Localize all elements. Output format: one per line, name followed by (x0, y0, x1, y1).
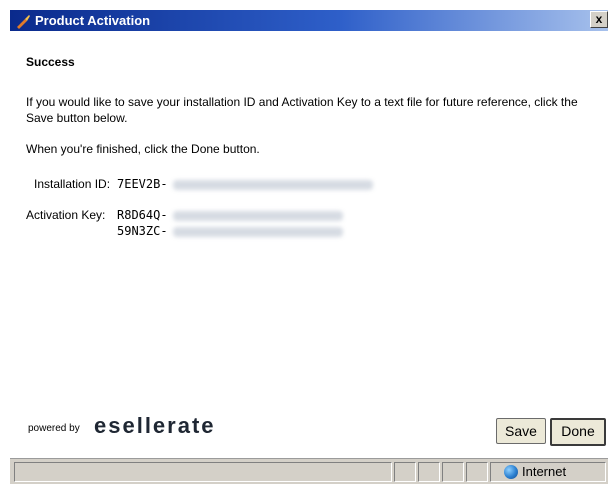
globe-icon (504, 465, 518, 479)
status-pane-main (14, 462, 392, 482)
status-pane-4 (466, 462, 488, 482)
title-bar[interactable]: Product Activation x (10, 10, 608, 31)
powered-by-label: powered by (28, 423, 80, 434)
activation-key-line2-redacted (173, 227, 343, 237)
save-instructions: If you would like to save your installat… (26, 95, 578, 125)
success-heading: Success (26, 55, 75, 69)
close-button[interactable]: x (590, 11, 608, 28)
activation-key-label: Activation Key: (26, 208, 106, 222)
save-button[interactable]: Save (496, 418, 546, 444)
installation-id-value: 7EEV2B- (117, 177, 168, 191)
esellerate-logo: esellerate (94, 413, 216, 438)
status-pane-3 (442, 462, 464, 482)
activation-icon (17, 15, 30, 29)
activation-key-line1-redacted (173, 211, 343, 221)
status-pane-2 (418, 462, 440, 482)
activation-panel: Success If you would like to save your i… (10, 31, 608, 457)
done-button[interactable]: Done (550, 418, 606, 446)
installation-id-label: Installation ID: (34, 177, 111, 191)
activation-key-line2: 59N3ZC- (117, 224, 168, 238)
status-pane-1 (394, 462, 416, 482)
activation-key-line1: R8D64Q- (117, 208, 168, 222)
security-zone-label: Internet (522, 464, 567, 479)
window-title: Product Activation (35, 13, 151, 28)
done-instructions: When you're finished, click the Done but… (26, 142, 260, 156)
status-bar: Internet (10, 458, 608, 484)
installation-id-redacted (173, 180, 373, 190)
